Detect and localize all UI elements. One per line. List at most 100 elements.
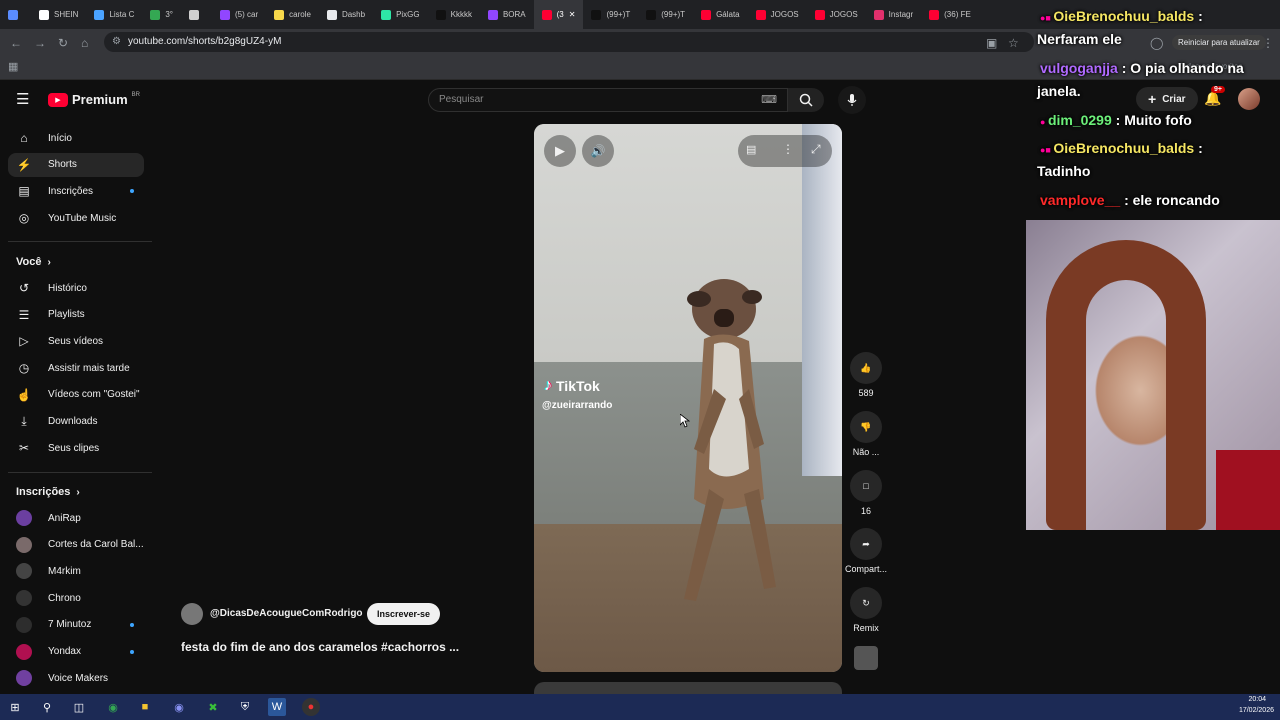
browser-tab[interactable]: Dashb bbox=[319, 0, 373, 29]
subscription-channel[interactable]: Chrono bbox=[8, 586, 144, 610]
comment-icon[interactable]: □ bbox=[850, 470, 882, 502]
obs-icon[interactable]: ● bbox=[302, 698, 320, 716]
apps-grid-icon[interactable]: ▦ bbox=[8, 60, 18, 73]
browser-tab[interactable]: (3 ✕ bbox=[533, 0, 584, 29]
sidebar-item-seus-v-deos[interactable]: ▷ Seus vídeos bbox=[8, 329, 144, 353]
sidebar-item-playlists[interactable]: ☰ Playlists bbox=[8, 303, 144, 327]
short-video-player[interactable]: ▶ 🔊 ▤ ⋮ ⤢ ♪ TikTok @zueirarrando bbox=[534, 124, 842, 672]
browser-tab[interactable]: Kkkkk bbox=[428, 0, 480, 29]
more-options-icon[interactable]: ⋮ bbox=[782, 142, 794, 156]
browser-tab[interactable]: (36) FE bbox=[921, 0, 979, 29]
word-icon[interactable]: W bbox=[268, 698, 286, 716]
xbox-icon[interactable]: ✖ bbox=[204, 698, 222, 716]
install-icon[interactable]: ▣ bbox=[986, 36, 997, 50]
keyboard-icon[interactable]: ⌨ bbox=[761, 89, 777, 111]
remix-icon[interactable]: ↻ bbox=[850, 587, 882, 619]
browser-tab[interactable] bbox=[181, 0, 212, 29]
sidebar-item-downloads[interactable]: ⤓ Downloads bbox=[8, 410, 144, 434]
volume-button[interactable]: 🔊 bbox=[582, 135, 614, 167]
sidebar-item-in-cio[interactable]: ⌂ Início bbox=[8, 126, 144, 150]
sidebar-subs-heading[interactable]: Inscrições › bbox=[16, 486, 80, 498]
subscribe-button[interactable]: Inscrever-se bbox=[367, 603, 441, 625]
thumbs-down-icon[interactable]: 👎 bbox=[850, 411, 882, 443]
next-short-preview[interactable] bbox=[534, 682, 842, 694]
forward-icon[interactable]: → bbox=[34, 36, 46, 50]
subscription-channel[interactable]: Cortes da Carol Bal... bbox=[8, 533, 144, 557]
search-icon[interactable]: ⚲ bbox=[38, 698, 56, 716]
play-button[interactable]: ▶ bbox=[544, 135, 576, 167]
sidebar-item-youtube-music[interactable]: ◎ YouTube Music bbox=[8, 206, 144, 230]
sidebar-item-seus-clipes[interactable]: ✂ Seus clipes bbox=[8, 436, 144, 460]
browser-tab[interactable]: 3° bbox=[142, 0, 181, 29]
reload-icon[interactable]: ↻ bbox=[58, 36, 68, 50]
fullscreen-icon[interactable]: ⤢ bbox=[811, 142, 821, 157]
search-button[interactable] bbox=[788, 88, 824, 112]
bookmark-star-icon[interactable]: ☆ bbox=[1008, 36, 1019, 50]
sidebar-item-v-deos-com-gostei-[interactable]: ☝ Vídeos com "Gostei" bbox=[8, 383, 144, 407]
short-title[interactable]: festa do fim de ano dos caramelos #cacho… bbox=[181, 640, 459, 654]
browser-tab[interactable]: (5) car bbox=[212, 0, 266, 29]
profile-icon[interactable]: ◯ bbox=[1150, 36, 1163, 50]
channel-avatar[interactable] bbox=[181, 603, 203, 625]
clock-time[interactable]: 20:04 bbox=[1248, 696, 1266, 703]
comments-action[interactable]: □ 16 bbox=[848, 470, 884, 516]
notifications-bell-icon[interactable]: 🔔 9+ bbox=[1204, 86, 1225, 107]
chat-username[interactable]: vulgoganjja bbox=[1040, 60, 1118, 76]
chat-username[interactable]: vamplove__ bbox=[1040, 192, 1120, 208]
browser-tab[interactable] bbox=[0, 0, 31, 29]
browser-tab[interactable]: Gálata bbox=[693, 0, 748, 29]
tab-close-icon[interactable]: ✕ bbox=[569, 10, 576, 19]
chat-username[interactable]: dim_0299 bbox=[1048, 112, 1112, 128]
browser-tab[interactable]: JOGOS bbox=[748, 0, 807, 29]
sidebar-item-assistir-mais-tarde[interactable]: ◷ Assistir mais tarde bbox=[8, 356, 144, 380]
task-view-icon[interactable]: ◫ bbox=[70, 698, 88, 716]
browser-tab[interactable]: (99+)T bbox=[638, 0, 693, 29]
browser-tab[interactable]: PixGG bbox=[373, 0, 428, 29]
home-icon[interactable]: ⌂ bbox=[81, 36, 88, 50]
browser-tab[interactable]: (99+)T bbox=[583, 0, 638, 29]
create-button[interactable]: + Criar bbox=[1136, 87, 1198, 111]
hamburger-menu-icon[interactable]: ☰ bbox=[16, 90, 29, 108]
subscription-channel[interactable]: Voice Makers bbox=[8, 666, 144, 690]
chrome-icon[interactable]: ◉ bbox=[104, 698, 122, 716]
remix-action[interactable]: ↻ Remix bbox=[848, 587, 884, 633]
sidebar-item-inscri-es[interactable]: ▤ Inscrições bbox=[8, 179, 144, 203]
chat-username[interactable]: OieBrenochuu_balds bbox=[1053, 8, 1194, 24]
dislike-action[interactable]: 👎 Não ... bbox=[848, 411, 884, 457]
voice-search-button[interactable] bbox=[838, 86, 866, 114]
browser-tab[interactable]: BORA bbox=[480, 0, 534, 29]
share-icon[interactable]: ➦ bbox=[850, 528, 882, 560]
sidebar-item-shorts[interactable]: ⚡ Shorts bbox=[8, 152, 144, 177]
search-input[interactable]: Pesquisar ⌨ bbox=[428, 88, 788, 112]
subscription-channel[interactable]: 7 Minutoz bbox=[8, 613, 144, 637]
url-bar[interactable]: ⚙ youtube.com/shorts/b2g8gUZ4-yM bbox=[104, 32, 1034, 52]
subscription-channel[interactable]: M4rkim bbox=[8, 559, 144, 583]
share-action[interactable]: ➦ Compart... bbox=[844, 528, 888, 574]
update-button[interactable]: Reiniciar para atualizar bbox=[1172, 35, 1266, 50]
thumbs-up-icon[interactable]: 👍 bbox=[850, 352, 882, 384]
browser-tab[interactable]: SHEIN bbox=[31, 0, 86, 29]
discord-icon[interactable]: ◉ bbox=[170, 698, 188, 716]
clock-date[interactable]: 17/02/2026 bbox=[1239, 707, 1274, 714]
subscription-channel[interactable]: Yondax bbox=[8, 640, 144, 664]
chat-username[interactable]: OieBrenochuu_balds bbox=[1053, 140, 1194, 156]
sidebar-item-hist-rico[interactable]: ↺ Histórico bbox=[8, 276, 144, 300]
windows-start-icon[interactable]: ⊞ bbox=[6, 698, 24, 716]
sidebar-voce-heading[interactable]: Você › bbox=[16, 256, 51, 268]
site-info-icon[interactable]: ⚙ bbox=[112, 32, 121, 52]
subscription-channel[interactable]: AniRap bbox=[8, 506, 144, 530]
browser-tab[interactable]: Instagr bbox=[866, 0, 921, 29]
account-avatar[interactable] bbox=[1238, 88, 1260, 110]
file-explorer-icon[interactable]: ■ bbox=[136, 698, 154, 716]
sound-thumbnail[interactable] bbox=[854, 646, 878, 670]
browser-tab[interactable]: carole bbox=[266, 0, 319, 29]
browser-tab[interactable]: Lista C bbox=[86, 0, 142, 29]
browser-tab[interactable]: JOGOS bbox=[807, 0, 866, 29]
like-action[interactable]: 👍 589 bbox=[848, 352, 884, 398]
security-shield-icon[interactable]: ⛨ bbox=[236, 698, 254, 716]
youtube-logo[interactable]: ▶ Premium BR bbox=[48, 92, 140, 107]
back-icon[interactable]: ← bbox=[10, 36, 22, 50]
captions-icon[interactable]: ▤ bbox=[746, 143, 756, 156]
menu-kebab-icon[interactable]: ⋮ bbox=[1262, 36, 1274, 50]
channel-name[interactable]: @DicasDeAcougueComRodrigo bbox=[210, 608, 363, 619]
